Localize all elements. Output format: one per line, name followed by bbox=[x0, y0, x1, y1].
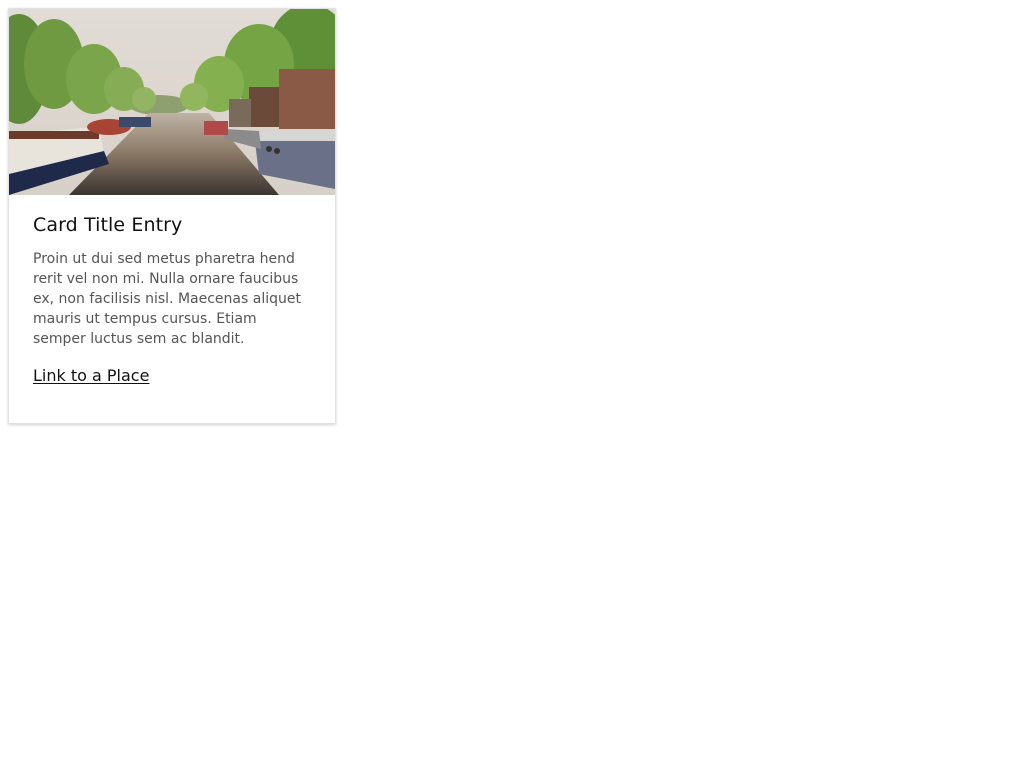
card-body: Card Title Entry Proin ut dui sed metus … bbox=[9, 195, 335, 387]
content-card: Card Title Entry Proin ut dui sed metus … bbox=[8, 8, 336, 424]
card-title: Card Title Entry bbox=[33, 214, 183, 236]
card-link[interactable]: Link to a Place bbox=[33, 365, 149, 387]
card-description: Proin ut dui sed metus pharetra hend rer… bbox=[33, 251, 301, 347]
card-image bbox=[9, 9, 335, 195]
